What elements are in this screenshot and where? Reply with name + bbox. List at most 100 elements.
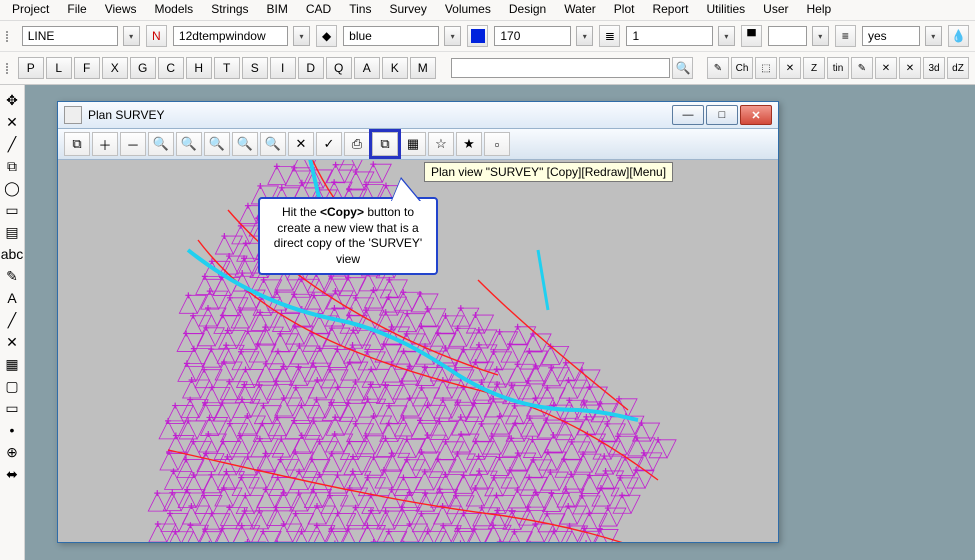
tool-icon-10[interactable]: dZ	[947, 57, 969, 79]
tool-icon-1[interactable]: Ch	[731, 57, 753, 79]
menu-bim[interactable]: BIM	[267, 2, 288, 16]
model-dropdown[interactable]: ▾	[293, 26, 310, 46]
accept-button[interactable]: ✓	[316, 132, 342, 156]
letter-button-c[interactable]: C	[158, 57, 184, 79]
letter-button-m[interactable]: M	[410, 57, 436, 79]
letter-button-a[interactable]: A	[354, 57, 380, 79]
search-field[interactable]	[451, 58, 670, 78]
panel-button[interactable]: ▫	[484, 132, 510, 156]
letter-button-t[interactable]: T	[214, 57, 240, 79]
letter-button-g[interactable]: G	[130, 57, 156, 79]
menu-report[interactable]: Report	[652, 2, 688, 16]
tool-icon-3[interactable]: ✕	[779, 57, 801, 79]
menu-user[interactable]: User	[763, 2, 788, 16]
name-picker-icon[interactable]: N	[146, 25, 167, 47]
weight-field[interactable]	[626, 26, 712, 46]
tool-icon-5[interactable]: tin	[827, 57, 849, 79]
colour-swatch[interactable]	[467, 25, 488, 47]
draw-tool-2[interactable]: ╱	[3, 135, 21, 153]
favourite-button[interactable]: ☆	[428, 132, 454, 156]
zoom-prev-button[interactable]: 🔍	[176, 132, 202, 156]
menu-water[interactable]: Water	[564, 2, 596, 16]
zoom-out-button[interactable]: 🔍	[204, 132, 230, 156]
close-button[interactable]: ✕	[740, 105, 772, 125]
menu-plot[interactable]: Plot	[614, 2, 635, 16]
draw-tool-11[interactable]: ✕	[3, 333, 21, 351]
letter-button-p[interactable]: P	[18, 57, 44, 79]
yes-dropdown[interactable]: ▾	[925, 26, 942, 46]
tool-icon-4[interactable]: Z	[803, 57, 825, 79]
remove-button[interactable]: －	[120, 132, 146, 156]
star-button[interactable]: ★	[456, 132, 482, 156]
menu-survey[interactable]: Survey	[389, 2, 426, 16]
delete-mode-button[interactable]: ✕	[288, 132, 314, 156]
plan-canvas[interactable]: Plan view "SURVEY" [Copy][Redraw][Menu] …	[58, 160, 778, 542]
zoom-extents-button[interactable]: 🔍	[260, 132, 286, 156]
draw-tool-12[interactable]: ▦	[3, 355, 21, 373]
plot-button[interactable]: ⎙	[344, 132, 370, 156]
draw-tool-4[interactable]: ◯	[3, 179, 21, 197]
plan-titlebar[interactable]: Plan SURVEY — □ ✕	[58, 102, 778, 129]
grid-button[interactable]: ▦	[400, 132, 426, 156]
menu-tins[interactable]: Tins	[349, 2, 371, 16]
tool-icon-7[interactable]: ✕	[875, 57, 897, 79]
eyedropper-icon[interactable]: 💧	[948, 25, 969, 47]
menu-help[interactable]: Help	[807, 2, 832, 16]
draw-tool-10[interactable]: ╱	[3, 311, 21, 329]
menu-utilities[interactable]: Utilities	[707, 2, 746, 16]
draw-tool-3[interactable]: ⧉	[3, 157, 21, 175]
model-field[interactable]	[173, 26, 288, 46]
letter-button-l[interactable]: L	[46, 57, 72, 79]
menu-cad[interactable]: CAD	[306, 2, 331, 16]
draw-tool-9[interactable]: A	[3, 289, 21, 307]
minimize-button[interactable]: —	[672, 105, 704, 125]
menu-project[interactable]: Project	[12, 2, 49, 16]
linetype-dropdown[interactable]: ▾	[576, 26, 593, 46]
name-dropdown[interactable]: ▾	[123, 26, 140, 46]
colour-dropdown[interactable]: ▾	[444, 26, 461, 46]
letter-button-f[interactable]: F	[74, 57, 100, 79]
letter-button-k[interactable]: K	[382, 57, 408, 79]
menu-volumes[interactable]: Volumes	[445, 2, 491, 16]
letter-button-x[interactable]: X	[102, 57, 128, 79]
draw-tool-16[interactable]: ⊕	[3, 443, 21, 461]
tool-icon-9[interactable]: 3d	[923, 57, 945, 79]
model-picker-icon[interactable]: ◆	[316, 25, 337, 47]
menu-models[interactable]: Models	[155, 2, 194, 16]
tool-icon-6[interactable]: ✎	[851, 57, 873, 79]
zoom-in-button[interactable]: 🔍	[148, 132, 174, 156]
draw-tool-1[interactable]: ✕	[3, 113, 21, 131]
weight-dropdown[interactable]: ▾	[718, 26, 735, 46]
tool-icon-8[interactable]: ✕	[899, 57, 921, 79]
copy-button[interactable]: ⧉	[372, 132, 398, 156]
search-icon[interactable]: 🔍	[672, 57, 693, 79]
tool-icon-0[interactable]: ✎	[707, 57, 729, 79]
draw-tool-7[interactable]: abc	[3, 245, 21, 263]
draw-tool-13[interactable]: ▢	[3, 377, 21, 395]
letter-button-q[interactable]: Q	[326, 57, 352, 79]
fit-button[interactable]: ⧉	[64, 132, 90, 156]
colour-field[interactable]	[343, 26, 439, 46]
add-button[interactable]: ＋	[92, 132, 118, 156]
draw-tool-8[interactable]: ✎	[3, 267, 21, 285]
draw-tool-15[interactable]: •	[3, 421, 21, 439]
tool-icon-2[interactable]: ⬚	[755, 57, 777, 79]
name-field[interactable]	[22, 26, 118, 46]
extra-field[interactable]	[768, 26, 807, 46]
draw-tool-17[interactable]: ⬌	[3, 465, 21, 483]
linetype-field[interactable]	[494, 26, 571, 46]
extra-icon[interactable]: ≡	[835, 25, 856, 47]
weight-icon[interactable]: ▀	[741, 25, 762, 47]
draw-tool-5[interactable]: ▭	[3, 201, 21, 219]
letter-button-s[interactable]: S	[242, 57, 268, 79]
extra-dropdown[interactable]: ▾	[812, 26, 829, 46]
menu-design[interactable]: Design	[509, 2, 546, 16]
menu-file[interactable]: File	[67, 2, 86, 16]
letter-button-d[interactable]: D	[298, 57, 324, 79]
menu-views[interactable]: Views	[105, 2, 137, 16]
draw-tool-0[interactable]: ✥	[3, 91, 21, 109]
letter-button-i[interactable]: I	[270, 57, 296, 79]
maximize-button[interactable]: □	[706, 105, 738, 125]
draw-tool-6[interactable]: ▤	[3, 223, 21, 241]
menu-strings[interactable]: Strings	[211, 2, 248, 16]
